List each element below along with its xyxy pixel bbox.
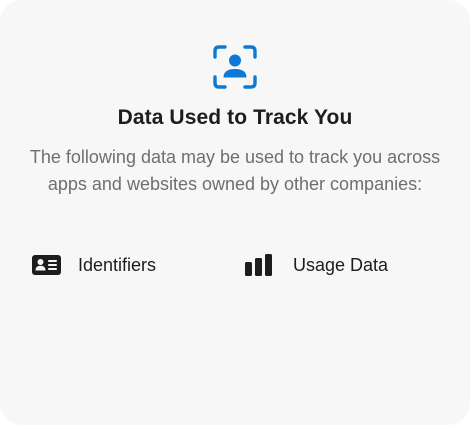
section-description: The following data may be used to track … (29, 147, 441, 194)
bar-chart-icon (245, 254, 275, 276)
section-title: Data Used to Track You (117, 106, 353, 129)
id-card-icon (32, 254, 62, 276)
tracking-person-icon (212, 44, 258, 90)
data-type-usage-data: Usage Data (245, 251, 388, 279)
data-type-label: Identifiers (78, 254, 157, 275)
privacy-card: Data Used to Track You The following dat… (0, 0, 470, 425)
data-type-label: Usage Data (293, 254, 389, 275)
data-type-identifiers: Identifiers (32, 251, 156, 279)
